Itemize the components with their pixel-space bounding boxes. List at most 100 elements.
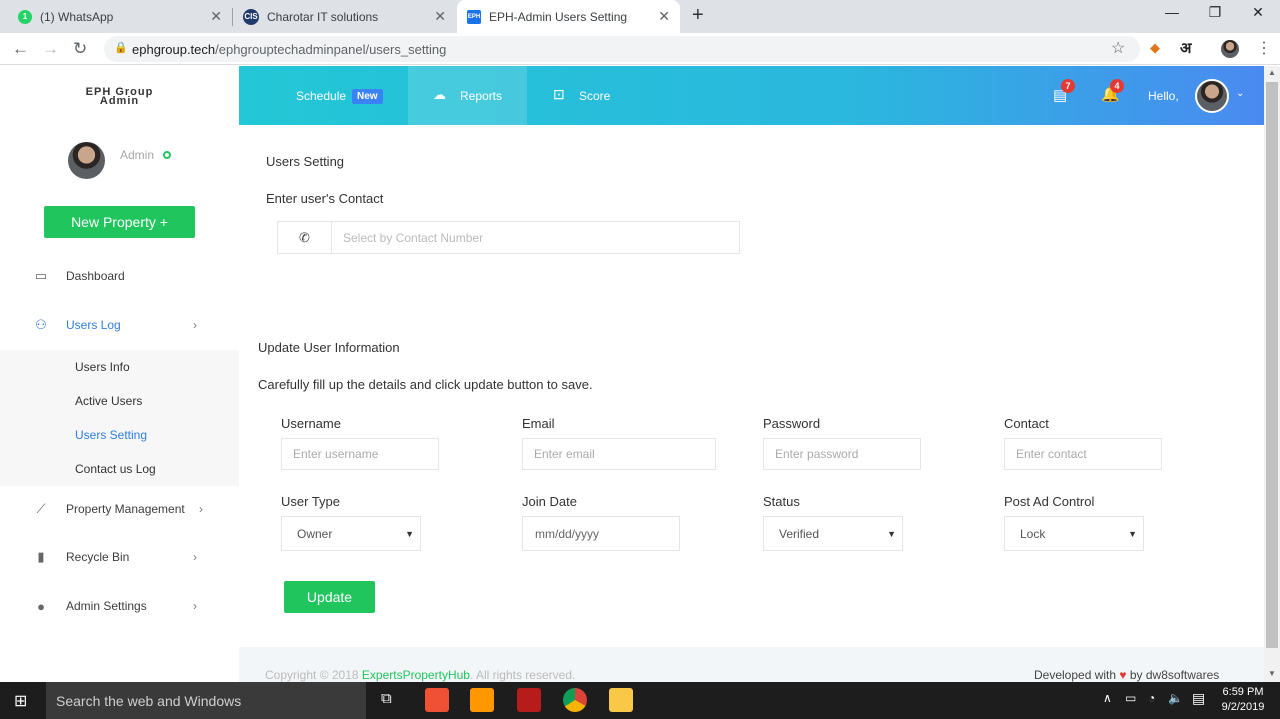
close-tab-icon[interactable]: ✕ <box>658 8 670 25</box>
reload-icon[interactable]: ↻ <box>73 39 87 59</box>
sidebar-item-recycle-bin[interactable]: ▮ Recycle Bin › <box>0 537 239 577</box>
email-placeholder: Enter email <box>534 447 595 461</box>
taskbar-search[interactable]: Search the web and Windows <box>46 682 366 719</box>
volume-icon[interactable]: 🔈 <box>1168 691 1183 705</box>
admin-user-icon: ● <box>37 598 45 614</box>
tab-label: (1) WhatsApp <box>40 9 114 24</box>
close-tab-icon[interactable]: ✕ <box>434 8 446 25</box>
tab-eph-admin[interactable]: EPH EPH-Admin Users Setting ✕ <box>457 0 680 33</box>
action-center-icon[interactable]: ▤ <box>1192 690 1205 707</box>
system-clock[interactable]: 6:59 PM 9/2/2019 <box>1218 685 1268 715</box>
restore-icon[interactable]: ❐ <box>1195 4 1235 21</box>
url-field[interactable]: 🔒 ephgroup.tech/ephgrouptechadminpanel/u… <box>104 36 1140 62</box>
dropdown-arrow-icon: ▼ <box>405 528 414 539</box>
password-input[interactable]: Enter password <box>763 438 921 470</box>
page-footer: Copyright © 2018 ExpertsPropertyHub. All… <box>239 647 1264 682</box>
post-ad-control-label: Post Ad Control <box>1004 494 1095 509</box>
tab-label: EPH-Admin Users Setting <box>489 9 628 24</box>
scroll-down-icon[interactable]: ▼ <box>1268 669 1276 678</box>
back-icon[interactable]: ← <box>12 39 29 59</box>
nav-score[interactable]: Score <box>579 89 610 103</box>
hello-text: Hello, <box>1148 89 1179 103</box>
filezilla-icon[interactable] <box>517 688 541 712</box>
status-label: Status <box>763 494 800 509</box>
chevron-right-icon: › <box>193 599 197 613</box>
clock-date: 9/2/2019 <box>1221 701 1265 713</box>
menu-icon[interactable]: ⋮ <box>1256 38 1272 58</box>
contact-input[interactable]: Enter contact <box>1004 438 1162 470</box>
experts-property-hub-link[interactable]: ExpertsPropertyHub <box>362 668 470 682</box>
profile-avatar[interactable] <box>1221 40 1239 58</box>
join-date-input[interactable]: mm/dd/yyyy <box>522 516 680 551</box>
join-date-label: Join Date <box>522 494 577 509</box>
browser-tab-bar: 1 (1) WhatsApp ✕ CIS Charotar IT solutio… <box>0 0 1280 33</box>
metamask-icon[interactable]: ◆ <box>1150 40 1160 56</box>
sidebar-item-label: Users Log <box>66 318 121 332</box>
file-explorer-icon[interactable] <box>609 688 633 712</box>
developed-prefix: Developed with <box>1034 668 1117 682</box>
user-type-select[interactable]: Owner ▼ <box>281 516 421 551</box>
phone-icon: ✆ <box>277 221 332 254</box>
sublime-text-icon[interactable] <box>470 688 494 712</box>
battery-icon[interactable]: ▭ <box>1125 691 1136 705</box>
bookmark-star-icon[interactable]: ☆ <box>1111 38 1125 58</box>
brand-line2: Admin <box>99 95 140 107</box>
chevron-down-icon[interactable]: ⌄ <box>1236 88 1244 99</box>
tray-chevron-icon[interactable]: ∧ <box>1103 691 1112 705</box>
tab-whatsapp[interactable]: 1 (1) WhatsApp ✕ <box>0 0 232 33</box>
docs-count-badge: 7 <box>1061 79 1075 93</box>
submenu-item-active-users[interactable]: Active Users <box>75 394 142 408</box>
task-view-icon[interactable]: ⧉ <box>381 690 392 707</box>
git-icon[interactable] <box>425 688 449 712</box>
hindi-extension-icon[interactable]: अ <box>1180 38 1191 58</box>
brand-logo[interactable]: EPH Group Admin <box>0 87 239 107</box>
contact-search-placeholder: Select by Contact Number <box>343 230 484 245</box>
submenu-item-users-setting[interactable]: Users Setting <box>75 428 147 442</box>
nav-reports[interactable]: Reports <box>460 89 502 103</box>
update-button[interactable]: Update <box>284 581 375 613</box>
password-placeholder: Enter password <box>775 447 859 461</box>
sidebar-item-users-log[interactable]: ⚇ Users Log › <box>0 305 239 345</box>
submenu-item-users-info[interactable]: Users Info <box>75 360 130 374</box>
email-input[interactable]: Enter email <box>522 438 716 470</box>
close-window-icon[interactable]: ✕ <box>1238 4 1278 21</box>
sidebar-item-dashboard[interactable]: ▭ Dashboard <box>0 256 239 296</box>
chrome-icon[interactable] <box>563 688 587 712</box>
status-select[interactable]: Verified ▼ <box>763 516 903 551</box>
sidebar-item-label: Recycle Bin <box>66 550 130 564</box>
sidebar-item-admin-settings[interactable]: ● Admin Settings › <box>0 586 239 626</box>
contact-search-input[interactable]: Select by Contact Number <box>331 221 740 254</box>
minimize-icon[interactable]: — <box>1152 4 1192 20</box>
new-property-button[interactable]: New Property + <box>44 206 195 238</box>
sidebar-item-property-management[interactable]: ⟋ Property Management › <box>0 489 239 529</box>
url-host: ephgroup.tech <box>132 42 216 57</box>
url-text: ephgroup.tech/ephgrouptechadminpanel/use… <box>132 42 446 57</box>
user-type-label: User Type <box>281 494 341 509</box>
update-info-subtitle: Carefully fill up the details and click … <box>258 377 593 392</box>
wifi-icon[interactable]: ◔ <box>1148 691 1155 705</box>
chart-line-icon: ⟋ <box>36 501 46 516</box>
user-avatar[interactable] <box>1195 79 1229 113</box>
admin-avatar <box>68 142 105 179</box>
contact-placeholder: Enter contact <box>1016 447 1087 461</box>
scroll-up-icon[interactable]: ▲ <box>1268 68 1276 77</box>
users-setting-title: Users Setting <box>266 154 345 169</box>
windows-taskbar: ⊞ Search the web and Windows ⧉ ∧ ▭ ◔ 🔈 ▤… <box>0 682 1280 719</box>
password-label: Password <box>763 416 821 431</box>
username-input[interactable]: Enter username <box>281 438 439 470</box>
close-tab-icon[interactable]: ✕ <box>210 8 222 25</box>
admin-name: Admin <box>120 148 155 162</box>
windows-start-icon[interactable]: ⊞ <box>14 691 27 711</box>
top-navbar: Schedule New ☁ Reports ⊡ Score ▤ 7 🔔 4 H… <box>239 66 1264 125</box>
submenu-item-contact-us-log[interactable]: Contact us Log <box>75 462 156 476</box>
chevron-right-icon: › <box>193 550 197 564</box>
dropdown-arrow-icon: ▼ <box>887 528 896 539</box>
cis-icon: CIS <box>243 8 259 25</box>
nav-schedule[interactable]: Schedule <box>296 89 346 103</box>
new-tab-icon[interactable]: + <box>692 4 704 27</box>
users-log-submenu: Users Info Active Users Users Setting Co… <box>0 350 239 486</box>
scrollbar-thumb[interactable] <box>1266 82 1278 648</box>
post-ad-control-select[interactable]: Lock ▼ <box>1004 516 1144 551</box>
tab-charotar[interactable]: CIS Charotar IT solutions ✕ <box>233 0 456 33</box>
forward-icon[interactable]: → <box>42 39 59 59</box>
